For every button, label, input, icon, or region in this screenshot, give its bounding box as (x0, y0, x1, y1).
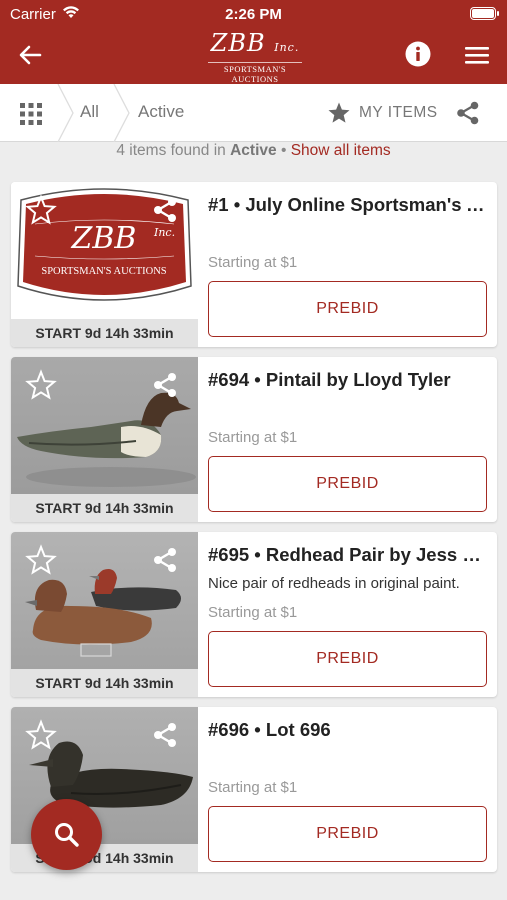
search-icon (55, 823, 79, 847)
brand-logo: ZBB Inc. SPORTSMAN'S AUCTIONS (200, 30, 310, 84)
share-icon[interactable] (151, 196, 179, 224)
lot-thumbnail[interactable] (11, 357, 198, 494)
tab-active[interactable]: Active (138, 102, 184, 122)
app-header: Carrier 2:26 PM ZBB Inc. SPORTSMAN'S AUC… (0, 0, 507, 84)
lot-card[interactable]: START 9d 14h 33min #694 • Pintail by Llo… (11, 357, 497, 522)
battery-icon (470, 7, 496, 20)
lot-title[interactable]: #695 • Redhead Pair by Jess Urie (208, 544, 488, 566)
lot-card[interactable]: ZBB Inc. SPORTSMAN'S AUCTIONS START 9d 1… (11, 182, 497, 347)
lot-thumbnail[interactable]: ZBB Inc. SPORTSMAN'S AUCTIONS (11, 182, 198, 319)
prebid-button[interactable]: PREBID (208, 806, 487, 862)
tab-all[interactable]: All (80, 102, 99, 122)
starting-price: Starting at $1 (208, 254, 298, 271)
starting-price: Starting at $1 (208, 604, 298, 621)
prebid-button[interactable]: PREBID (208, 281, 487, 337)
grid-view-icon[interactable] (20, 103, 42, 125)
lot-description: Nice pair of redheads in original paint. (208, 575, 460, 592)
star-outline-icon[interactable] (25, 719, 57, 751)
back-arrow-icon[interactable] (14, 40, 48, 70)
breadcrumb-chevron-icon (57, 84, 74, 142)
star-outline-icon[interactable] (25, 194, 57, 226)
prebid-button[interactable]: PREBID (208, 456, 487, 512)
search-button[interactable] (31, 799, 102, 870)
hamburger-menu-icon[interactable] (464, 44, 490, 66)
start-countdown: START 9d 14h 33min (11, 494, 198, 522)
star-filled-icon (328, 102, 350, 123)
results-summary: 4 items found in Active • Show all items (116, 142, 391, 159)
starting-price: Starting at $1 (208, 429, 298, 446)
filter-bar: All Active MY ITEMS (0, 84, 507, 142)
starting-price: Starting at $1 (208, 779, 298, 796)
lot-thumbnail[interactable] (11, 532, 198, 669)
prebid-button[interactable]: PREBID (208, 631, 487, 687)
share-icon[interactable] (151, 371, 179, 399)
svg-text:ZBB: ZBB (71, 221, 137, 256)
lot-title[interactable]: #696 • Lot 696 (208, 719, 488, 741)
lot-title[interactable]: #694 • Pintail by Lloyd Tyler (208, 369, 488, 391)
share-icon[interactable] (151, 721, 179, 749)
start-countdown: START 9d 14h 33min (11, 319, 198, 347)
svg-text:SPORTSMAN'S AUCTIONS: SPORTSMAN'S AUCTIONS (41, 266, 166, 277)
svg-text:Inc.: Inc. (153, 226, 175, 239)
start-countdown: START 9d 14h 33min (11, 669, 198, 697)
star-outline-icon[interactable] (25, 544, 57, 576)
status-bar: Carrier 2:26 PM (0, 0, 507, 28)
clock: 2:26 PM (225, 6, 282, 23)
my-items-button[interactable]: MY ITEMS (327, 101, 438, 125)
my-items-label: MY ITEMS (359, 104, 438, 121)
breadcrumb-chevron-icon (113, 84, 130, 142)
lot-card[interactable]: START 9d 14h 33min #695 • Redhead Pair b… (11, 532, 497, 697)
show-all-link[interactable]: Show all items (291, 142, 391, 159)
share-icon[interactable] (151, 546, 179, 574)
star-outline-icon[interactable] (25, 369, 57, 401)
info-icon[interactable] (405, 41, 431, 67)
lot-title[interactable]: #1 • July Online Sportsman's Auction (208, 194, 488, 216)
share-icon[interactable] (455, 100, 481, 126)
